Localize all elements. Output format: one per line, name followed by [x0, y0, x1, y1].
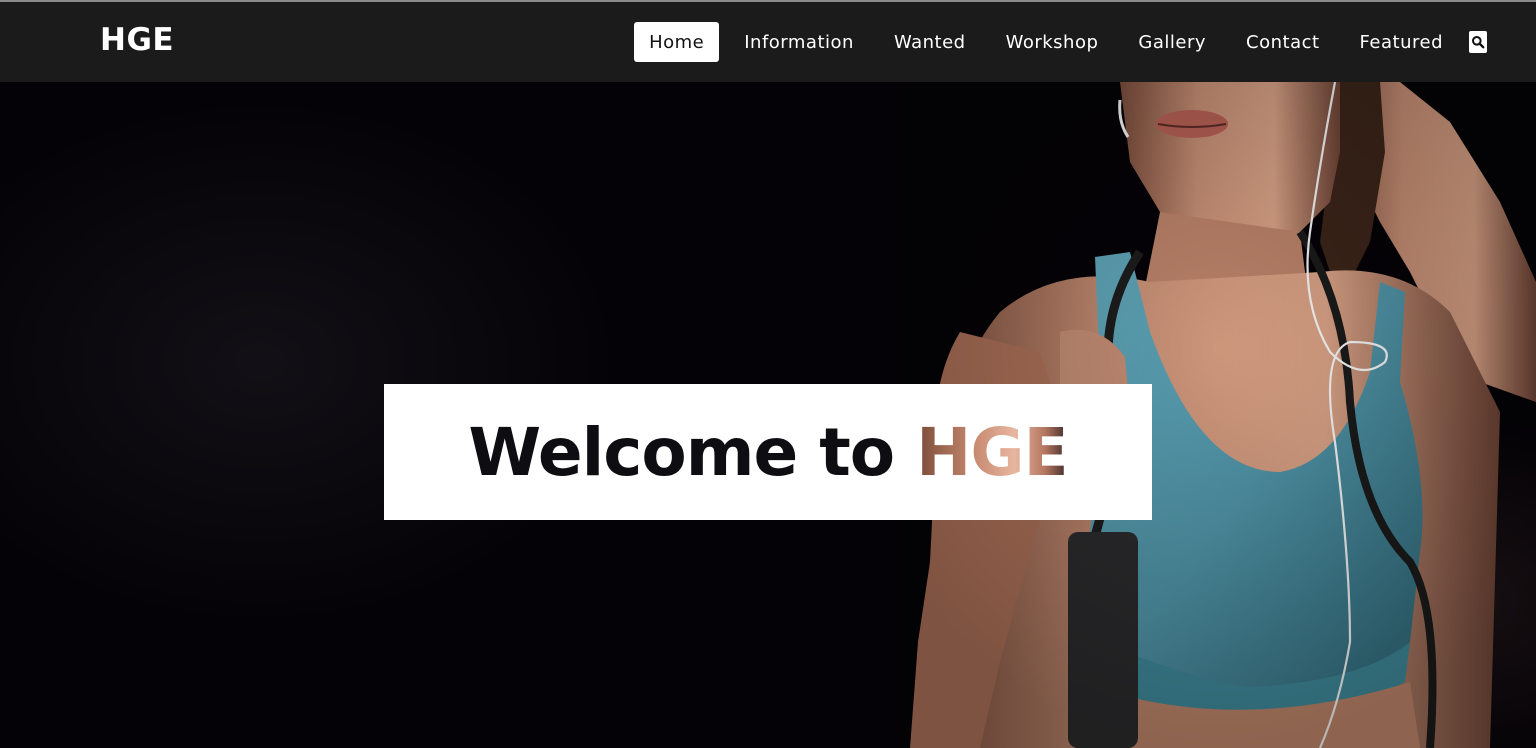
welcome-prefix: Welcome to	[468, 413, 917, 491]
nav-item-featured[interactable]: Featured	[1345, 22, 1458, 62]
nav-item-information[interactable]: Information	[729, 22, 869, 62]
nav-item-home[interactable]: Home	[634, 22, 720, 62]
nav-item-contact[interactable]: Contact	[1231, 22, 1335, 62]
navbar: HGE Home Information Wanted Workshop Gal…	[0, 2, 1536, 82]
main-nav: Home Information Wanted Workshop Gallery…	[634, 22, 1536, 62]
welcome-highlight: HGE	[916, 413, 1068, 491]
welcome-heading: Welcome to HGE	[468, 413, 1068, 491]
welcome-banner: Welcome to HGE	[384, 384, 1152, 520]
search-icon	[1472, 36, 1485, 49]
nav-item-gallery[interactable]: Gallery	[1123, 22, 1221, 62]
hero-section: Welcome to HGE	[0, 82, 1536, 748]
brand-logo[interactable]: HGE	[100, 22, 174, 58]
search-button[interactable]	[1469, 31, 1487, 53]
nav-item-wanted[interactable]: Wanted	[879, 22, 981, 62]
nav-item-workshop[interactable]: Workshop	[991, 22, 1114, 62]
